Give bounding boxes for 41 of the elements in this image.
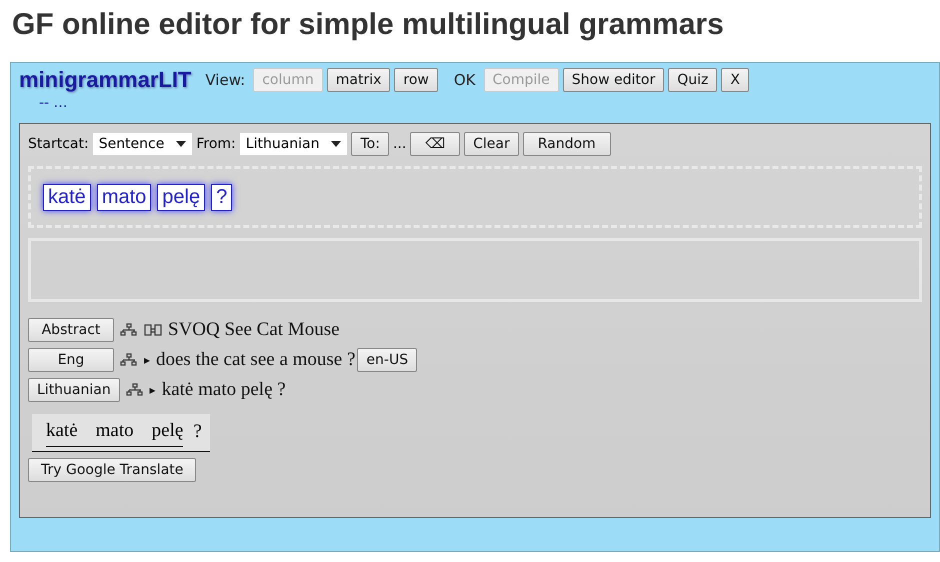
view-label: View:	[205, 71, 246, 89]
aligned-word: katė	[46, 420, 78, 442]
play-marker[interactable]: ▸	[150, 382, 156, 398]
aligned-word: mato	[96, 420, 134, 442]
toolbar-button[interactable]: X	[721, 68, 749, 92]
columns-icon[interactable]	[144, 323, 162, 337]
tree-icon[interactable]	[126, 383, 144, 397]
abstract-tree-text: SVOQ See Cat Mouse	[168, 319, 340, 341]
word-token[interactable]: pelę	[157, 184, 206, 210]
startcat-label: Startcat:	[28, 136, 89, 152]
clear-button[interactable]: Clear	[464, 132, 519, 156]
status-line: -- …	[39, 95, 68, 111]
word-token[interactable]: mato	[96, 184, 152, 210]
tree-icon[interactable]	[120, 323, 138, 337]
toolbar-button[interactable]: matrix	[326, 68, 390, 92]
word-token[interactable]: ?	[211, 184, 232, 210]
startcat-dropdown[interactable]: Sentence	[92, 133, 192, 155]
language-button[interactable]: Lithuanian	[28, 378, 120, 402]
language-button[interactable]: Eng	[28, 348, 114, 372]
aligned-word: ?	[193, 421, 202, 444]
toolbar-button[interactable]: row	[394, 68, 438, 92]
backspace-button[interactable]: ⌫	[410, 132, 460, 156]
linearization-text: does the cat see a mouse ?	[156, 349, 356, 371]
linearization-text: katė mato pelę ?	[162, 379, 286, 401]
page-title: GF online editor for simple multilingual grammars	[11, 7, 725, 43]
play-marker[interactable]: ▸	[144, 352, 150, 368]
ellipsis-text: ...	[392, 136, 406, 152]
aligned-word: pelę	[152, 420, 184, 442]
status-text: OK	[454, 71, 476, 89]
grammar-name: minigrammarLIT	[19, 67, 192, 93]
language-button[interactable]: Abstract	[28, 318, 114, 342]
word-token[interactable]: katė	[43, 184, 91, 210]
to-button[interactable]: To:	[351, 132, 389, 156]
from-dropdown[interactable]: Lithuanian	[240, 133, 348, 155]
from-label: From:	[196, 136, 236, 152]
speech-language-button[interactable]: en-US	[357, 348, 418, 372]
toolbar-button[interactable]: Show editor	[562, 68, 664, 92]
google-translate-button[interactable]: Try Google Translate	[28, 458, 196, 482]
tree-icon[interactable]	[120, 353, 138, 367]
random-button[interactable]: Random	[522, 132, 611, 156]
toolbar-button[interactable]: Quiz	[668, 68, 718, 92]
